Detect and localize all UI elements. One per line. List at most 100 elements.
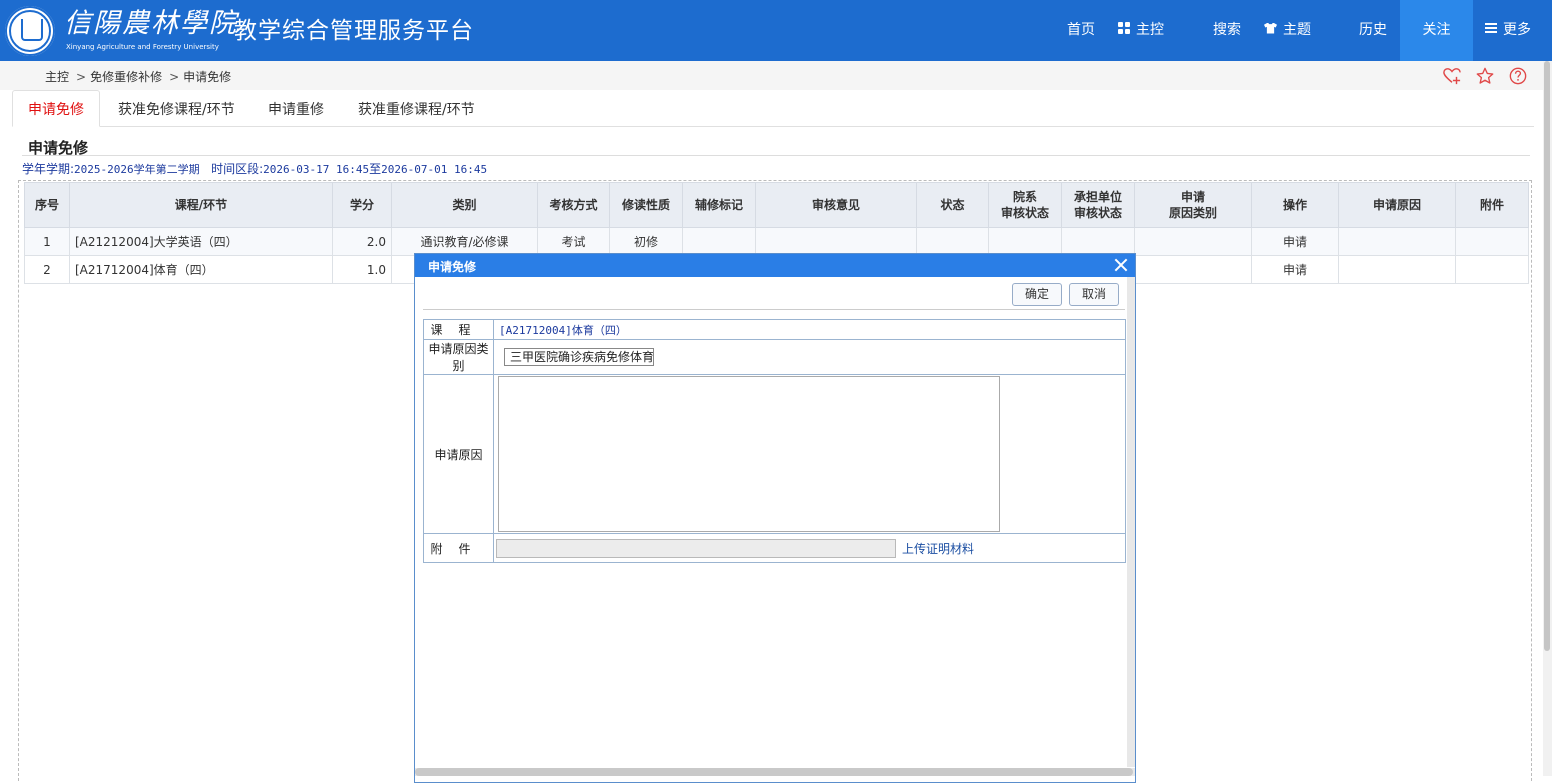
col-header-reason[interactable]: 申请原因 (1338, 182, 1456, 228)
grid-icon (1118, 22, 1130, 34)
nav-main-label: 主控 (1136, 22, 1164, 38)
attachment-label: 附件 (423, 533, 494, 563)
nav-history[interactable]: 历史 (1359, 0, 1387, 61)
term-label: 学年学期: (22, 162, 75, 176)
reason-cell (493, 374, 1126, 534)
breadcrumb-item-exempt-retake[interactable]: 免修重修补修 (90, 70, 162, 84)
tab-approved-exempt[interactable]: 获准免修课程/环节 (118, 90, 235, 126)
term-value-year: 2025-2026学年第二学期 (74, 163, 200, 176)
attachment-file-field[interactable] (496, 538, 896, 558)
cell-attachment (1455, 255, 1529, 284)
dialog-title: 申请免修 (428, 260, 477, 274)
cell-exam: 考试 (537, 227, 610, 256)
table-row: 1 [A21212004]大学英语（四） 2.0 通识教育/必修课 考试 初修 … (24, 227, 1529, 256)
col-header-unit-status[interactable]: 承担单位 审核状态 (1061, 182, 1135, 228)
cell-no: 1 (24, 227, 70, 256)
nav-home[interactable]: 首页 (1067, 0, 1095, 61)
col-header-reason-type[interactable]: 申请 原因类别 (1134, 182, 1252, 228)
nav-theme[interactable]: 主题 (1264, 0, 1311, 61)
heart-add-icon[interactable] (1443, 67, 1461, 85)
apply-link[interactable]: 申请 (1251, 255, 1339, 284)
dialog-header[interactable]: 申请免修 (415, 254, 1135, 277)
nav-follow[interactable]: 关注 (1400, 0, 1473, 61)
section-divider (22, 155, 1530, 156)
shirt-icon (1264, 22, 1277, 34)
breadcrumb-bar: 主控 > 免修重修补修 > 申请免修 (0, 61, 1543, 90)
col-header-status[interactable]: 状态 (916, 182, 989, 228)
nav-more-label: 更多 (1503, 22, 1531, 38)
cell-minor (682, 227, 756, 256)
cell-nature: 初修 (609, 227, 683, 256)
apply-exempt-dialog: 申请免修 确定 取消 课程 [A21712004]体育（四） 申请原因类别 三甲… (414, 253, 1136, 783)
top-header: 信陽農林學院 Xinyang Agriculture and Forestry … (0, 0, 1552, 61)
col-header-operation[interactable]: 操作 (1251, 182, 1339, 228)
dialog-body: 确定 取消 课程 [A21712004]体育（四） 申请原因类别 三甲医院确诊疾… (415, 277, 1127, 767)
course-value: [A21712004]体育（四） (499, 323, 627, 337)
upload-proof-link[interactable]: 上传证明材料 (902, 540, 974, 557)
cell-reason (1338, 255, 1456, 284)
period-label: 时间区段: (211, 162, 264, 176)
star-icon[interactable] (1476, 67, 1494, 85)
tab-bar: 申请免修 获准免修课程/环节 申请重修 获准重修课程/环节 (12, 90, 1534, 127)
apply-link[interactable]: 申请 (1251, 227, 1339, 256)
dialog-horizontal-scrollbar[interactable] (415, 768, 1135, 776)
tab-apply-exempt[interactable]: 申请免修 (12, 90, 100, 127)
page-scrollbar[interactable] (1543, 61, 1552, 776)
cell-opinion (755, 227, 917, 256)
breadcrumb-item-main[interactable]: 主控 (45, 70, 69, 84)
col-header-exam[interactable]: 考核方式 (537, 182, 610, 228)
cell-credit: 2.0 (332, 227, 392, 256)
period-to: 至 (369, 162, 382, 176)
col-header-course[interactable]: 课程/环节 (69, 182, 333, 228)
term-info: 学年学期:2025-2026学年第二学期 时间区段:2026-03-17 16:… (22, 160, 487, 177)
cell-attachment (1455, 227, 1529, 256)
col-header-opinion[interactable]: 审核意见 (755, 182, 917, 228)
breadcrumb-item-apply-exempt: 申请免修 (183, 70, 232, 84)
nav-search[interactable]: 搜索 (1213, 0, 1241, 61)
university-seal-logo[interactable] (5, 6, 55, 56)
nav-home-label: 首页 (1067, 22, 1095, 38)
tab-approved-retake[interactable]: 获准重修课程/环节 (358, 90, 475, 126)
col-header-dept-status[interactable]: 院系 审核状态 (988, 182, 1062, 228)
cell-unit-status (1061, 227, 1135, 256)
nav-more[interactable]: 更多 (1473, 0, 1543, 61)
nav-follow-label: 关注 (1422, 22, 1451, 38)
col-header-attachment[interactable]: 附件 (1455, 182, 1529, 228)
cell-course: [A21212004]大学英语（四） (69, 227, 333, 256)
cancel-button[interactable]: 取消 (1069, 283, 1119, 306)
dialog-vertical-scrollbar[interactable] (1127, 277, 1135, 767)
period-start: 2026-03-17 16:45 (263, 163, 370, 176)
cell-category: 通识教育/必修课 (391, 227, 538, 256)
dialog-divider (423, 309, 1125, 310)
help-icon[interactable] (1509, 67, 1527, 85)
col-header-category[interactable]: 类别 (391, 182, 538, 228)
table-header-row: 序号 课程/环节 学分 类别 考核方式 修读性质 辅修标记 审核意见 状态 院系… (24, 182, 1529, 228)
close-icon[interactable] (1113, 257, 1129, 273)
reason-label: 申请原因 (423, 374, 494, 534)
reason-type-select[interactable]: 三甲医院确诊疾病免修体育 (504, 348, 654, 366)
col-header-minor[interactable]: 辅修标记 (682, 182, 756, 228)
breadcrumb: 主控 > 免修重修补修 > 申请免修 (45, 70, 232, 84)
nav-history-label: 历史 (1359, 22, 1387, 38)
cell-reason-type (1134, 227, 1252, 256)
cell-no: 2 (24, 255, 70, 284)
nav-main-control[interactable]: 主控 (1118, 0, 1164, 61)
nav-search-label: 搜索 (1213, 22, 1241, 38)
cell-dept-status (988, 227, 1062, 256)
cell-course: [A21712004]体育（四） (69, 255, 333, 284)
site-title: 教学综合管理服务平台 (234, 18, 474, 44)
col-header-nature[interactable]: 修读性质 (609, 182, 683, 228)
tab-apply-retake[interactable]: 申请重修 (268, 90, 324, 126)
reason-type-label: 申请原因类别 (423, 339, 494, 375)
menu-icon (1485, 23, 1497, 33)
col-header-no[interactable]: 序号 (24, 182, 70, 228)
col-header-credit[interactable]: 学分 (332, 182, 392, 228)
course-label: 课程 (423, 319, 494, 340)
cell-status (916, 227, 989, 256)
attachment-cell: 上传证明材料 (493, 533, 1126, 563)
cell-reason-type (1134, 255, 1252, 284)
nav-theme-label: 主题 (1283, 22, 1311, 38)
confirm-button[interactable]: 确定 (1012, 283, 1062, 306)
university-name-en: Xinyang Agriculture and Forestry Univers… (66, 43, 219, 51)
reason-textarea[interactable] (498, 376, 1000, 532)
